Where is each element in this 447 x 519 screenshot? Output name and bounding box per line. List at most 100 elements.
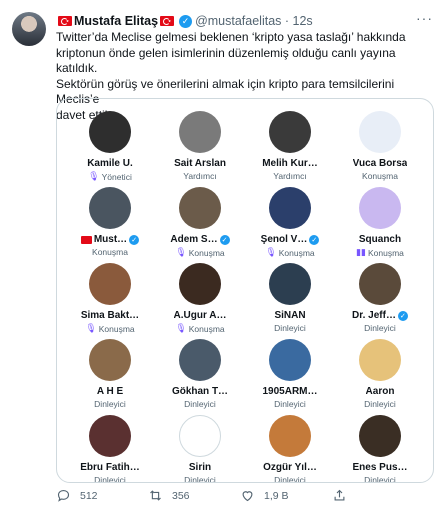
participant-avatar[interactable] (359, 111, 401, 153)
participant-name-row: Sirin (189, 462, 211, 473)
participant-name-row: Özgür Yıl… (263, 462, 317, 473)
participant-role: Konuşma (362, 171, 398, 181)
participant[interactable]: Must… ✓ Konuşma (65, 183, 155, 259)
reply-button[interactable]: 512 (56, 488, 148, 503)
participant-role-row: Dinleyici (94, 399, 126, 409)
participant[interactable]: Kamile U. 🎙 Yönetici (65, 107, 155, 183)
reply-count: 512 (80, 489, 98, 502)
like-count: 1,9 B (264, 489, 289, 502)
participant-avatar[interactable] (359, 263, 401, 305)
participant-role-row: Dinleyici (184, 399, 216, 409)
author-avatar[interactable] (12, 12, 46, 46)
participant[interactable]: Adem S… ✓ 🎙 Konuşma (155, 183, 245, 259)
participant-role: Yardımcı (273, 171, 307, 181)
share-button[interactable] (332, 488, 424, 503)
turkey-flag-icon (80, 235, 92, 244)
participant-avatar[interactable] (359, 187, 401, 229)
participant-role-row: Konuşma (92, 247, 128, 257)
participant-avatar[interactable] (89, 187, 131, 229)
participant[interactable]: Aaron Dinleyici (335, 335, 425, 411)
participant-name-row: A.Ugur A… (174, 310, 227, 321)
participant-role-row: Dinleyici (274, 323, 306, 333)
participant-role: Dinleyici (94, 399, 126, 409)
speaker-icon: 🎙 (175, 323, 187, 333)
participant-role: Yardımcı (183, 171, 217, 181)
tweet-time[interactable]: 12s (293, 14, 313, 28)
spaces-participants-card[interactable]: Kamile U. 🎙 Yönetici Sait Arslan Yardımcı Mel… (56, 98, 434, 483)
participant-role-row: 🎙 Konuşma (265, 247, 314, 258)
participant-name: Özgür Yıl… (263, 462, 317, 473)
participant[interactable]: Ebru Fatih… Dinleyici (65, 411, 155, 482)
participant-avatar[interactable] (269, 263, 311, 305)
participant-avatar[interactable] (179, 339, 221, 381)
participant-avatar[interactable] (179, 111, 221, 153)
participant-role: Konuşma (188, 323, 225, 334)
participant[interactable]: Vuca Borsa Konuşma (335, 107, 425, 183)
participant-role: Dinleyici (274, 323, 306, 333)
participant-name: 1905ARM… (262, 386, 318, 397)
participant-name: Gökhan T… (171, 386, 229, 397)
participant[interactable]: 1905ARM… Dinleyici (245, 335, 335, 411)
participant[interactable]: Şenol V… ✓ 🎙 Konuşma (245, 183, 335, 259)
speaker-icon: 🎙 (265, 247, 277, 257)
participant-avatar[interactable] (179, 187, 221, 229)
participant-avatar[interactable] (89, 415, 131, 457)
like-button[interactable]: 1,9 B (240, 488, 332, 503)
verified-badge-icon: ✓ (219, 234, 230, 245)
participant[interactable]: Sait Arslan Yardımcı (155, 107, 245, 183)
author-name[interactable]: Mustafa Elitaş (74, 14, 158, 28)
participant-name-row: Sima Bakt… (81, 310, 139, 321)
participant-avatar[interactable] (269, 187, 311, 229)
participant-role-row: ▮▮ Konuşma (356, 247, 404, 258)
retweet-button[interactable]: 356 (148, 488, 240, 503)
participant-name: Adem S… (170, 234, 218, 245)
participant[interactable]: Sima Bakt… 🎙 Konuşma (65, 259, 155, 335)
participant-avatar[interactable] (179, 263, 221, 305)
participants-grid: Kamile U. 🎙 Yönetici Sait Arslan Yardımcı Mel… (65, 107, 425, 482)
participant-avatar[interactable] (269, 339, 311, 381)
author-handle[interactable]: @mustafaelitas (195, 14, 281, 28)
participant[interactable]: Gökhan T… Dinleyici (155, 335, 245, 411)
more-options-icon[interactable]: ··· (416, 10, 433, 26)
participant-role: Dinleyici (364, 399, 396, 409)
participant-avatar[interactable] (269, 111, 311, 153)
participant[interactable]: Enes Pus… Dinleyici (335, 411, 425, 482)
participant-role-row: 🎙 Konuşma (175, 247, 224, 258)
turkey-flag-icon (58, 16, 72, 26)
participant-name-row: Melih Kur… (262, 158, 318, 169)
participant-name-row: Ebru Fatih… (80, 462, 139, 473)
participant-avatar[interactable] (89, 111, 131, 153)
participant-avatar[interactable] (269, 415, 311, 457)
tweet: Mustafa Elitaş ✓ @mustafaelitas · 12s ··… (0, 0, 447, 519)
verified-badge-icon: ✓ (179, 14, 193, 28)
participant[interactable]: Squanch ▮▮ Konuşma (335, 183, 425, 259)
participant-role-row: 🎙 Konuşma (85, 323, 134, 334)
participant-role-row: Dinleyici (274, 399, 306, 409)
participant-avatar[interactable] (359, 339, 401, 381)
participant[interactable]: Özgür Yıl… Dinleyici (245, 411, 335, 482)
participant-name: Ebru Fatih… (80, 462, 140, 473)
participant-name-row: Sait Arslan (174, 158, 226, 169)
participant-avatar[interactable] (89, 339, 131, 381)
participant-name-row: Adem S… ✓ (170, 234, 230, 245)
participant-role: Konuşma (188, 247, 225, 258)
participant[interactable]: Sirin Dinleyici (155, 411, 245, 482)
participant-avatar[interactable] (179, 415, 221, 457)
participant[interactable]: A.Ugur A… 🎙 Konuşma (155, 259, 245, 335)
bars-icon: ▮▮ (356, 247, 366, 257)
participant-role-row: 🎙 Yönetici (88, 171, 132, 182)
reply-icon (57, 489, 70, 502)
participant[interactable]: Melih Kur… Yardımcı (245, 107, 335, 183)
participant-avatar[interactable] (359, 415, 401, 457)
retweet-icon (150, 490, 161, 501)
participant-avatar[interactable] (89, 263, 131, 305)
separator: · (281, 14, 293, 28)
participant-name-row: Enes Pus… (352, 462, 407, 473)
participant-name-row: Kamile U. (87, 158, 133, 169)
participant[interactable]: SiNAN Dinleyici (245, 259, 335, 335)
participant[interactable]: Dr. Jeff… ✓ Dinleyici (335, 259, 425, 335)
participant-name-row: Gökhan T… (172, 386, 228, 397)
participant-name: Enes Pus… (352, 462, 408, 473)
participant-name: Vuca Borsa (352, 158, 408, 169)
participant[interactable]: A H E Dinleyici (65, 335, 155, 411)
